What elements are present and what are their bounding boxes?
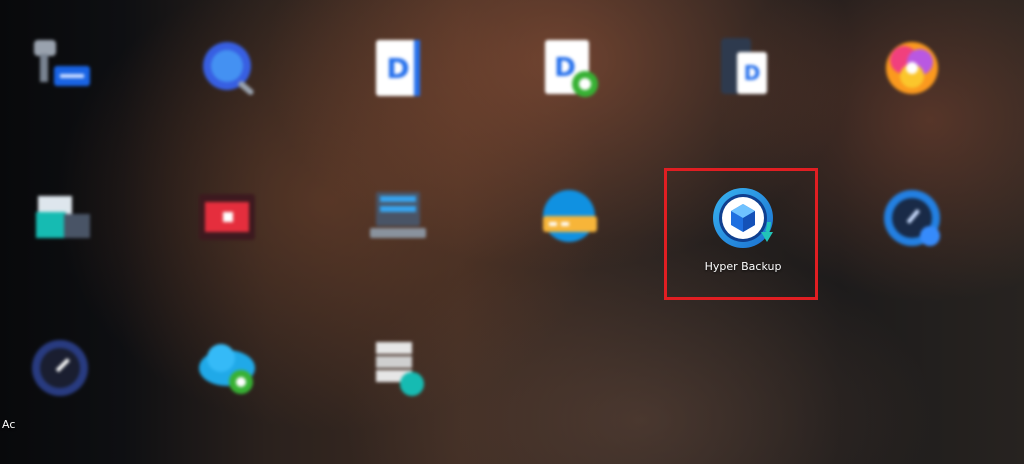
app-tile[interactable] — [323, 322, 473, 432]
highlight-box — [664, 168, 818, 300]
app-tile[interactable] — [0, 322, 135, 432]
svg-text:D: D — [744, 61, 761, 85]
app-tile[interactable] — [837, 172, 987, 282]
app-tile[interactable] — [152, 22, 302, 132]
app-label — [0, 110, 130, 124]
app-label — [328, 260, 468, 274]
app-label — [328, 110, 468, 124]
app-tile[interactable] — [494, 172, 644, 282]
app-tile[interactable] — [152, 172, 302, 282]
app-label — [0, 410, 130, 424]
app-label — [499, 110, 639, 124]
app-label — [157, 410, 297, 424]
app-label — [842, 110, 982, 124]
key-access-icon — [24, 32, 96, 104]
app-tile[interactable] — [837, 22, 987, 132]
app-label — [157, 110, 297, 124]
partial-app-label: Ac — [2, 418, 16, 431]
laptop-manager-icon — [362, 182, 434, 254]
desktop: D D D Hyper Backup Ac — [0, 0, 1024, 464]
app-tile[interactable] — [0, 172, 135, 282]
backup-gauge-icon — [876, 182, 948, 254]
cloud-sync-icon — [191, 332, 263, 404]
app-tile[interactable]: D — [668, 22, 818, 132]
speedometer-icon — [24, 332, 96, 404]
app-label — [673, 110, 813, 124]
app-tile[interactable]: D — [494, 22, 644, 132]
colorful-photos-icon — [876, 32, 948, 104]
app-tile[interactable] — [152, 322, 302, 432]
document-d-icon: D — [362, 32, 434, 104]
video-player-icon — [191, 182, 263, 254]
disk-globe-icon — [533, 182, 605, 254]
app-label — [499, 260, 639, 274]
app-label — [157, 260, 297, 274]
app-label — [328, 410, 468, 424]
document-d-sync-icon: D — [533, 32, 605, 104]
app-label — [842, 260, 982, 274]
server-stack-icon — [362, 332, 434, 404]
app-label — [0, 260, 130, 274]
search-globe-icon — [191, 32, 263, 104]
app-tile[interactable] — [323, 172, 473, 282]
app-tile[interactable]: D — [323, 22, 473, 132]
svg-text:D: D — [554, 53, 576, 83]
app-tile[interactable] — [0, 22, 135, 132]
svg-text:D: D — [386, 52, 409, 85]
document-d-phone-icon: D — [707, 32, 779, 104]
storage-box-icon — [24, 182, 96, 254]
